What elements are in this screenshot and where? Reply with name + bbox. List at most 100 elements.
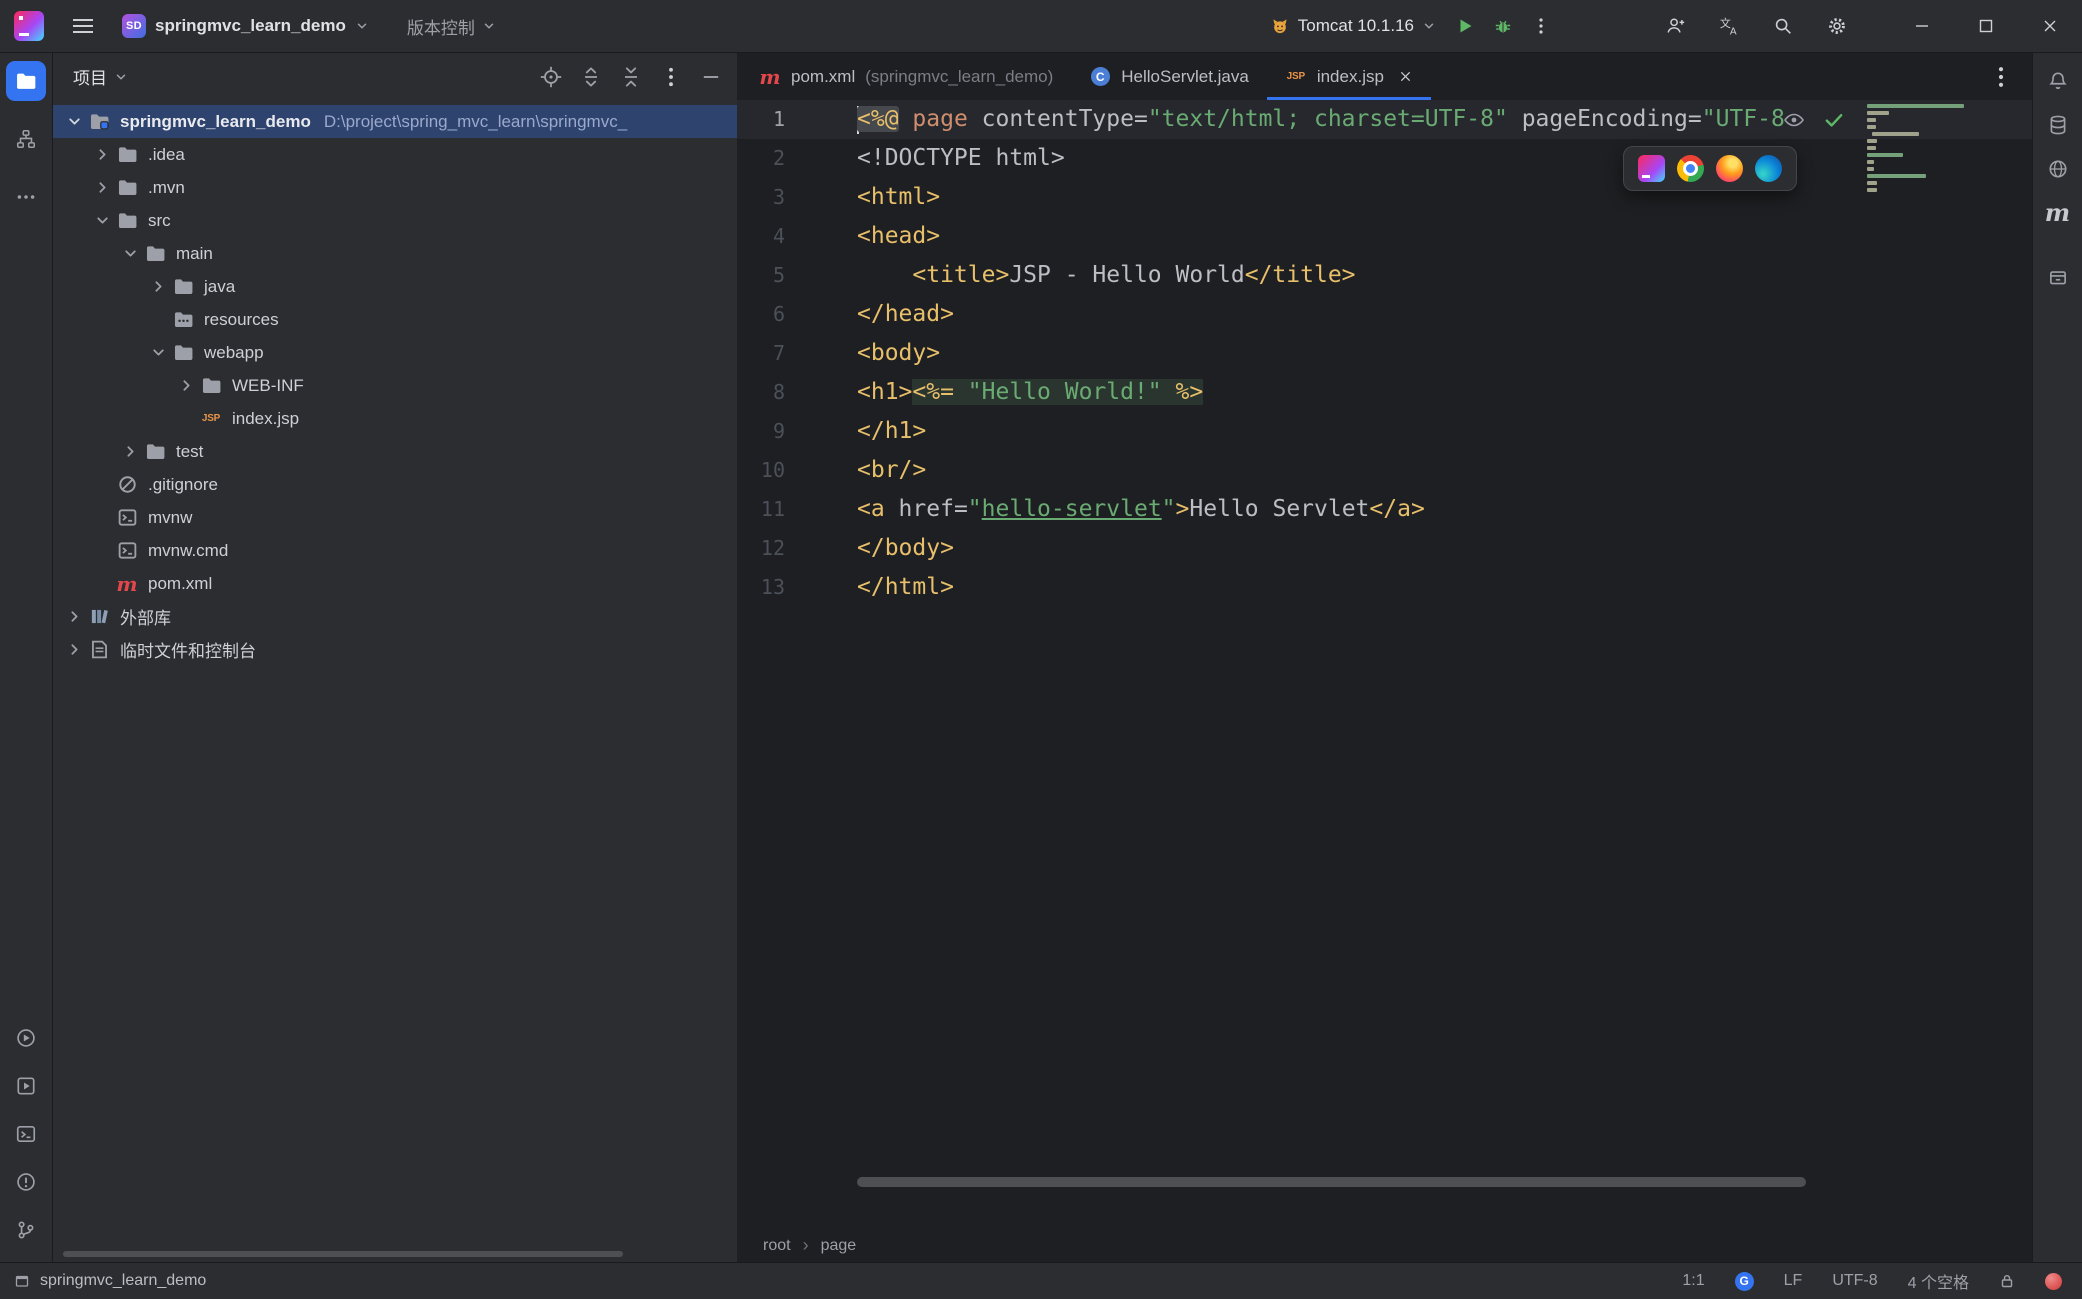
line-number[interactable]: 6	[737, 295, 801, 334]
breadcrumb-page[interactable]: page	[821, 1237, 857, 1255]
line-number[interactable]: 1	[737, 100, 801, 139]
tree-item-springmvc_learn_demo[interactable]: springmvc_learn_demoD:\project\spring_mv…	[53, 105, 737, 138]
minimize-button[interactable]	[1890, 0, 1954, 52]
project-widget[interactable]: SD springmvc_learn_demo	[122, 14, 369, 38]
line-number[interactable]: 4	[737, 217, 801, 256]
code-line-13[interactable]: 13</html>	[737, 568, 2032, 607]
tree-item-临时文件和控制台[interactable]: 临时文件和控制台	[53, 633, 737, 666]
hide-panel-icon[interactable]	[699, 65, 723, 89]
close-tab-icon[interactable]	[1398, 69, 1413, 84]
chevron-right-icon[interactable]	[117, 435, 143, 468]
problems-tool-button[interactable]	[6, 1162, 46, 1202]
line-number[interactable]: 7	[737, 334, 801, 373]
debug-button[interactable]	[1484, 7, 1522, 45]
chevron-down-icon[interactable]	[89, 204, 115, 237]
code-line-4[interactable]: 4<head>	[737, 217, 2032, 256]
line-number[interactable]: 3	[737, 178, 801, 217]
database-tool-button[interactable]	[2038, 105, 2078, 145]
status-project-widget[interactable]: springmvc_learn_demo	[14, 1272, 206, 1290]
tab-pom.xml[interactable]: mpom.xml(springmvc_learn_demo)	[741, 53, 1071, 100]
run-configuration-widget[interactable]: Tomcat 10.1.16	[1260, 10, 1446, 42]
firefox-icon[interactable]	[1716, 155, 1743, 182]
tree-item-test[interactable]: test	[53, 435, 737, 468]
code-line-9[interactable]: 9</h1>	[737, 412, 2032, 451]
locate-icon[interactable]	[539, 65, 563, 89]
run-button[interactable]	[1446, 7, 1484, 45]
cursor-position[interactable]: 1:1	[1682, 1272, 1704, 1290]
file-encoding[interactable]: UTF-8	[1832, 1272, 1877, 1290]
code-line-7[interactable]: 7<body>	[737, 334, 2032, 373]
run-tool-button[interactable]	[6, 1018, 46, 1058]
settings-button[interactable]	[1818, 7, 1856, 45]
code-with-me-button[interactable]	[1656, 7, 1694, 45]
chevron-right-icon[interactable]	[173, 369, 199, 402]
editor-horizontal-scrollbar[interactable]	[857, 1177, 1806, 1187]
horizontal-scrollbar[interactable]	[63, 1251, 623, 1257]
code-line-6[interactable]: 6</head>	[737, 295, 2032, 334]
expand-all-icon[interactable]	[579, 65, 603, 89]
line-number[interactable]: 10	[737, 451, 801, 490]
tree-item-.mvn[interactable]: .mvn	[53, 171, 737, 204]
structure-tool-button[interactable]	[6, 119, 46, 159]
code-line-8[interactable]: 8<h1><%= "Hello World!" %>	[737, 373, 2032, 412]
code-line-11[interactable]: 11<a href="hello-servlet">Hello Servlet<…	[737, 490, 2032, 529]
terminal-tool-button[interactable]	[6, 1114, 46, 1154]
minimap[interactable]	[1865, 104, 1977, 195]
tree-item-webapp[interactable]: webapp	[53, 336, 737, 369]
app-logo-icon[interactable]	[14, 11, 44, 41]
tree-item-index.jsp[interactable]: JSPindex.jsp	[53, 402, 737, 435]
code-line-12[interactable]: 12</body>	[737, 529, 2032, 568]
line-number[interactable]: 9	[737, 412, 801, 451]
tree-item-main[interactable]: main	[53, 237, 737, 270]
tree-item-mvnw.cmd[interactable]: mvnw.cmd	[53, 534, 737, 567]
tree-item-.gitignore[interactable]: .gitignore	[53, 468, 737, 501]
line-number[interactable]: 12	[737, 529, 801, 568]
chevron-right-icon[interactable]	[145, 270, 171, 303]
line-number[interactable]: 5	[737, 256, 801, 295]
services-tool-button[interactable]	[6, 1066, 46, 1106]
chevron-right-icon[interactable]	[61, 633, 87, 666]
chevron-right-icon[interactable]	[89, 138, 115, 171]
more-run-options-button[interactable]	[1522, 7, 1560, 45]
dependencies-tool-button[interactable]	[2038, 257, 2078, 297]
code-line-2[interactable]: 2<!DOCTYPE html>	[737, 139, 2032, 178]
chevron-down-icon[interactable]	[61, 105, 87, 138]
project-view-selector[interactable]: 项目	[73, 64, 128, 89]
maven-tool-button[interactable]: m	[2038, 193, 2078, 233]
more-tools-button[interactable]	[6, 177, 46, 217]
chevron-down-icon[interactable]	[117, 237, 143, 270]
lock-icon[interactable]	[1999, 1273, 2015, 1289]
tree-item-pom.xml[interactable]: mpom.xml	[53, 567, 737, 600]
git-tool-button[interactable]	[6, 1210, 46, 1250]
code-editor[interactable]: 1<%@ page contentType="text/html; charse…	[737, 100, 2032, 1229]
code-line-10[interactable]: 10<br/>	[737, 451, 2032, 490]
search-everywhere-button[interactable]	[1764, 7, 1802, 45]
line-number[interactable]: 13	[737, 568, 801, 607]
idea-browser-icon[interactable]	[1638, 155, 1665, 182]
translate-button[interactable]: 文A	[1710, 7, 1748, 45]
g-circle-icon[interactable]: G	[1735, 1272, 1754, 1291]
chevron-right-icon[interactable]	[89, 171, 115, 204]
tab-helloservlet.java[interactable]: CHelloServlet.java	[1071, 53, 1267, 100]
close-button[interactable]	[2018, 0, 2082, 52]
tab-index.jsp[interactable]: JSPindex.jsp	[1267, 53, 1431, 100]
tree-item-src[interactable]: src	[53, 204, 737, 237]
code-line-5[interactable]: 5 <title>JSP - Hello World</title>	[737, 256, 2032, 295]
tree-item-mvnw[interactable]: mvnw	[53, 501, 737, 534]
line-number[interactable]: 8	[737, 373, 801, 412]
endpoints-tool-button[interactable]	[2038, 149, 2078, 189]
indent-setting[interactable]: 4 个空格	[1908, 1269, 1969, 1293]
more-vertical-icon[interactable]	[659, 65, 683, 89]
notifications-button[interactable]	[2038, 61, 2078, 101]
tree-item-resources[interactable]: resources	[53, 303, 737, 336]
tree-item-web-inf[interactable]: WEB-INF	[53, 369, 737, 402]
breadcrumb-root[interactable]: root	[763, 1237, 791, 1255]
vcs-widget[interactable]: 版本控制	[407, 14, 496, 39]
tree-item-java[interactable]: java	[53, 270, 737, 303]
chevron-down-icon[interactable]	[145, 336, 171, 369]
error-indicator-icon[interactable]	[2045, 1273, 2062, 1290]
tree-item-.idea[interactable]: .idea	[53, 138, 737, 171]
check-icon[interactable]	[1822, 108, 1846, 132]
tab-options-icon[interactable]	[1988, 64, 2014, 90]
line-separator[interactable]: LF	[1784, 1272, 1803, 1290]
